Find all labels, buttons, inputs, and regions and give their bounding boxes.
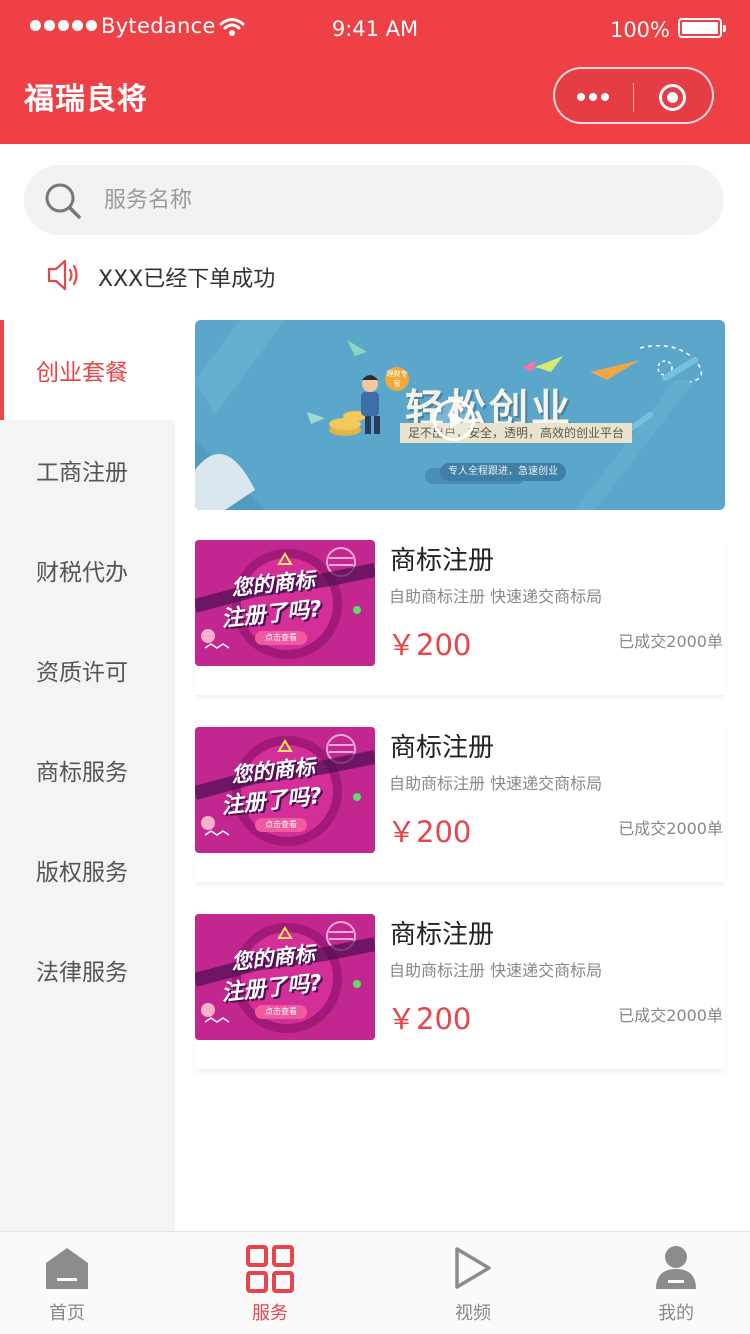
capsule-divider (633, 83, 634, 112)
tab-label: 首页 (49, 1303, 85, 1324)
product-price: ￥200 (387, 815, 472, 849)
search-icon (45, 183, 81, 219)
product-thumbnail: 您的商标 注册了吗? 点击查看 (195, 540, 375, 666)
header: Bytedance 9:41 AM 100% 福瑞良将 (0, 0, 750, 144)
sidebar-item-startup-package[interactable]: 创业套餐 (0, 320, 175, 420)
product-thumbnail: 您的商标 注册了吗? 点击查看 (195, 914, 375, 1040)
play-icon (455, 1247, 491, 1289)
search-bar (24, 165, 724, 235)
product-sold-count: 已成交2000单 (618, 632, 723, 651)
status-bar: Bytedance 9:41 AM 100% (0, 0, 750, 60)
product-description: 自助商标注册 快速递交商标局 (389, 587, 603, 606)
app-root: Bytedance 9:41 AM 100% 福瑞良将 服务名称 XXX已经下单… (0, 0, 750, 1334)
product-name: 商标注册 (390, 733, 495, 763)
search-input[interactable] (104, 175, 694, 225)
product-price: ￥200 (387, 628, 472, 662)
promo-banner[interactable]: 理财专家 轻松创业 足不出户，安全，透明，高效的创业平台 专人全程跟进，急速创业 (195, 320, 725, 510)
mini-program-capsule (553, 67, 714, 124)
sidebar-item-label: 法律服务 (36, 960, 128, 986)
product-card[interactable]: 您的商标 注册了吗? 点击查看 商标注册 自助商标注册 快速递交商标局 ￥200… (195, 914, 725, 1069)
close-icon[interactable] (659, 84, 686, 111)
sidebar-item-label: 资质许可 (36, 660, 128, 686)
banner-caption: 专人全程跟进，急速创业 (440, 463, 566, 481)
tab-profile[interactable]: 我的 (601, 1232, 750, 1334)
play-video-icon[interactable] (433, 399, 475, 441)
sidebar-item-legal[interactable]: 法律服务 (0, 920, 175, 1020)
grid-icon (246, 1245, 294, 1293)
bottom-tab-bar: 首页 服务 视频 我的 (0, 1231, 750, 1334)
battery-percent: 100% (609, 18, 670, 42)
product-card[interactable]: 您的商标 注册了吗? 点击查看 商标注册 自助商标注册 快速递交商标局 ￥200… (195, 727, 725, 882)
battery-icon (678, 18, 726, 38)
product-sold-count: 已成交2000单 (618, 1006, 723, 1025)
tab-services[interactable]: 服务 (195, 1232, 345, 1334)
sidebar-item-label: 财税代办 (36, 560, 128, 586)
tab-video[interactable]: 视频 (398, 1232, 548, 1334)
sidebar-item-copyright[interactable]: 版权服务 (0, 820, 175, 920)
sidebar-item-label: 版权服务 (36, 860, 128, 886)
sidebar-item-trademark[interactable]: 商标服务 (0, 720, 175, 820)
notice-text: XXX已经下单成功 (98, 267, 276, 292)
sidebar-item-label: 工商注册 (36, 460, 128, 486)
product-description: 自助商标注册 快速递交商标局 (389, 961, 603, 980)
category-sidebar: 创业套餐 工商注册 财税代办 资质许可 商标服务 版权服务 法律服务 (0, 320, 175, 1231)
product-name: 商标注册 (390, 920, 495, 950)
user-icon (656, 1246, 696, 1289)
sidebar-item-qualification[interactable]: 资质许可 (0, 620, 175, 720)
sidebar-item-tax-agency[interactable]: 财税代办 (0, 520, 175, 620)
thumbnail-tag: 点击查看 (255, 818, 307, 832)
thumbnail-tag: 点击查看 (255, 1005, 307, 1019)
page-title: 福瑞良将 (24, 82, 148, 117)
product-description: 自助商标注册 快速递交商标局 (389, 774, 603, 793)
tab-label: 我的 (658, 1303, 694, 1324)
order-notice: XXX已经下单成功 (46, 255, 706, 295)
product-price: ￥200 (387, 1002, 472, 1036)
product-sold-count: 已成交2000单 (618, 819, 723, 838)
sidebar-item-label: 商标服务 (36, 760, 128, 786)
tab-home[interactable]: 首页 (0, 1232, 142, 1334)
product-card[interactable]: 您的商标 注册了吗? 点击查看 商标注册 自助商标注册 快速递交商标局 ￥200… (195, 540, 725, 695)
home-icon (46, 1248, 88, 1289)
speaker-icon (47, 259, 78, 291)
tab-label: 服务 (252, 1303, 288, 1324)
sidebar-item-label: 创业套餐 (36, 360, 128, 386)
more-icon[interactable] (577, 93, 609, 101)
sidebar-item-business-registration[interactable]: 工商注册 (0, 420, 175, 520)
thumbnail-tag: 点击查看 (255, 631, 307, 645)
product-thumbnail: 您的商标 注册了吗? 点击查看 (195, 727, 375, 853)
product-name: 商标注册 (390, 546, 495, 576)
tab-label: 视频 (455, 1303, 491, 1324)
